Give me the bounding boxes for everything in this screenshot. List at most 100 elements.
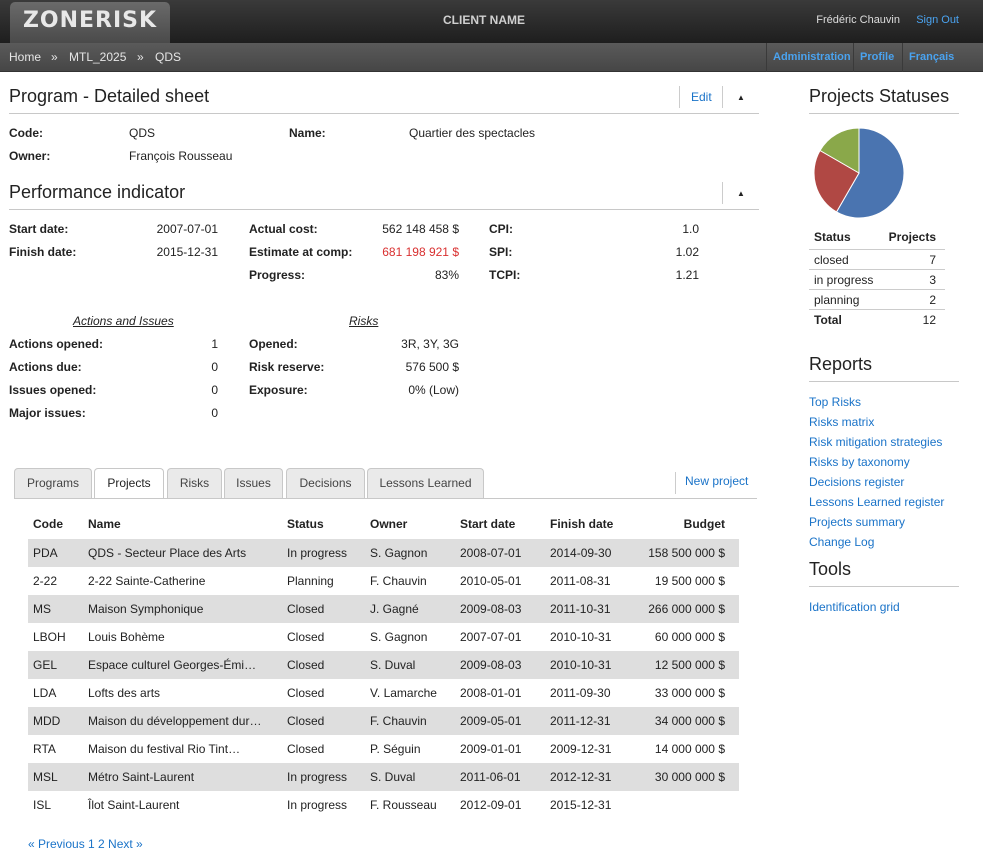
report-link-risks-by-taxonomy[interactable]: Risks by taxonomy bbox=[809, 455, 910, 469]
col-header-status[interactable]: Status bbox=[287, 517, 324, 531]
cell-owner: S. Gagnon bbox=[370, 546, 428, 560]
cell-name[interactable]: Louis Bohème bbox=[88, 623, 165, 651]
table-row[interactable]: 2-22 2-22 Sainte-Catherine Planning F. Chau… bbox=[28, 567, 739, 595]
status-closed-label: closed bbox=[814, 253, 849, 267]
cell-start-date: 2009-08-03 bbox=[460, 602, 522, 616]
cell-finish-date: 2009-12-31 bbox=[550, 742, 612, 756]
table-row[interactable]: LBOH Louis Bohème Closed S. Gagnon 2007-07-0… bbox=[28, 623, 739, 651]
finish-date-label: Finish date: bbox=[9, 245, 77, 259]
breadcrumb-home[interactable]: Home bbox=[9, 43, 41, 72]
cell-code: LDA bbox=[33, 686, 57, 700]
tab-decisions[interactable]: Decisions bbox=[286, 468, 365, 498]
cell-code: RTA bbox=[33, 742, 56, 756]
cell-name[interactable]: Métro Saint-Laurent bbox=[88, 763, 194, 791]
cell-status: In progress bbox=[287, 798, 348, 812]
table-row[interactable]: MSL Métro Saint-Laurent In progress S. Duva… bbox=[28, 763, 739, 791]
table-row[interactable]: MDD Maison du développement dur… Closed F. … bbox=[28, 707, 739, 735]
table-row[interactable]: PDA QDS - Secteur Place des Arts In progre… bbox=[28, 539, 739, 567]
cell-name[interactable]: QDS - Secteur Place des Arts bbox=[88, 539, 246, 567]
cell-finish-date: 2011-10-31 bbox=[550, 602, 611, 616]
cell-name[interactable]: Lofts des arts bbox=[88, 679, 160, 707]
app-logo[interactable]: ZONERISK bbox=[10, 2, 170, 43]
nav-administration[interactable]: Administration bbox=[766, 43, 857, 72]
col-header-code[interactable]: Code bbox=[33, 517, 63, 531]
major-issues-label: Major issues: bbox=[9, 406, 86, 420]
estimate-label: Estimate at comp: bbox=[249, 245, 353, 259]
cell-owner: F. Chauvin bbox=[370, 574, 427, 588]
status-planning-count: 2 bbox=[929, 293, 936, 307]
nav-language[interactable]: Français bbox=[902, 43, 960, 72]
tab-issues[interactable]: Issues bbox=[224, 468, 283, 498]
breadcrumb-current: QDS bbox=[155, 50, 182, 64]
col-header-start-date[interactable]: Start date bbox=[460, 517, 515, 531]
table-row[interactable]: RTA Maison du festival Rio Tint… Closed P. … bbox=[28, 735, 739, 763]
cell-start-date: 2008-01-01 bbox=[460, 686, 522, 700]
issues-opened-label: Issues opened: bbox=[9, 383, 97, 397]
cell-finish-date: 2011-12-31 bbox=[550, 714, 611, 728]
report-link-lessons-learned-register[interactable]: Lessons Learned register bbox=[809, 495, 944, 509]
issues-opened-value: 0 bbox=[211, 383, 218, 397]
top-navbar: ZONERISK CLIENT NAME Frédéric Chauvin Si… bbox=[0, 0, 983, 43]
cell-code: LBOH bbox=[33, 630, 66, 644]
col-header-owner[interactable]: Owner bbox=[370, 517, 407, 531]
cell-budget: 60 000 000 $ bbox=[654, 630, 725, 644]
owner-label: Owner: bbox=[9, 149, 51, 163]
finish-date-value: 2015-12-31 bbox=[156, 245, 218, 259]
tab-lessons-learned[interactable]: Lessons Learned bbox=[367, 468, 484, 498]
breadcrumb-bar: Home » MTL_2025 » QDS Administration Pro… bbox=[0, 43, 983, 72]
dropdown-caret-icon[interactable]: ▲ bbox=[737, 93, 745, 102]
cell-name[interactable]: Maison du festival Rio Tint… bbox=[88, 735, 240, 763]
breadcrumb-mtl2025[interactable]: MTL_2025 bbox=[69, 43, 126, 72]
start-date-label: Start date: bbox=[9, 222, 69, 236]
user-name[interactable]: Frédéric Chauvin bbox=[816, 0, 900, 41]
new-project-link[interactable]: New project bbox=[685, 474, 748, 488]
cell-start-date: 2008-07-01 bbox=[460, 546, 522, 560]
cell-finish-date: 2015-12-31 bbox=[550, 798, 612, 812]
cell-name[interactable]: Maison du développement dur… bbox=[88, 707, 261, 735]
cpi-label: CPI: bbox=[489, 222, 513, 236]
edit-link[interactable]: Edit bbox=[691, 90, 712, 104]
actual-cost-label: Actual cost: bbox=[249, 222, 318, 236]
cell-status: Planning bbox=[287, 574, 334, 588]
report-link-change-log[interactable]: Change Log bbox=[809, 535, 874, 549]
cell-budget: 12 500 000 $ bbox=[654, 658, 725, 672]
cell-start-date: 2009-05-01 bbox=[460, 714, 522, 728]
cell-owner: S. Gagnon bbox=[370, 630, 428, 644]
table-row[interactable]: ISL Îlot Saint-Laurent In progress F. Rouss… bbox=[28, 791, 739, 819]
cell-status: In progress bbox=[287, 770, 348, 784]
dropdown-caret-icon[interactable]: ▲ bbox=[737, 189, 745, 198]
table-row[interactable]: MS Maison Symphonique Closed J. Gagné 2009-0… bbox=[28, 595, 739, 623]
section-divider bbox=[9, 209, 759, 210]
report-link-risks-matrix[interactable]: Risks matrix bbox=[809, 415, 874, 429]
table-row[interactable]: GEL Espace culturel Georges-Émi… Closed S. … bbox=[28, 651, 739, 679]
risk-reserve-value: 576 500 $ bbox=[405, 360, 459, 374]
sign-out-link[interactable]: Sign Out bbox=[916, 0, 959, 41]
cell-name[interactable]: Espace culturel Georges-Émi… bbox=[88, 651, 256, 679]
report-link-top-risks[interactable]: Top Risks bbox=[809, 395, 861, 409]
cell-name[interactable]: Îlot Saint-Laurent bbox=[88, 791, 179, 819]
exposure-value: 0% (Low) bbox=[408, 383, 459, 397]
tab-programs[interactable]: Programs bbox=[14, 468, 92, 498]
tools-title: Tools bbox=[809, 559, 852, 579]
report-link-projects-summary[interactable]: Projects summary bbox=[809, 515, 905, 529]
cell-name[interactable]: 2-22 Sainte-Catherine bbox=[88, 567, 205, 595]
table-row[interactable]: LDA Lofts des arts Closed V. Lamarche 2008-0… bbox=[28, 679, 739, 707]
report-link-mitigation-strategies[interactable]: Risk mitigation strategies bbox=[809, 435, 942, 449]
col-header-finish-date[interactable]: Finish date bbox=[550, 517, 613, 531]
tab-risks[interactable]: Risks bbox=[167, 468, 222, 498]
report-link-decisions-register[interactable]: Decisions register bbox=[809, 475, 904, 489]
col-header-name[interactable]: Name bbox=[88, 517, 121, 531]
section-divider bbox=[9, 113, 759, 114]
status-total-count: 12 bbox=[922, 313, 936, 327]
divider bbox=[675, 472, 676, 494]
name-value: Quartier des spectacles bbox=[409, 126, 536, 140]
pagination[interactable]: « Previous 1 2 Next » bbox=[28, 837, 143, 851]
cell-name[interactable]: Maison Symphonique bbox=[88, 595, 203, 623]
nav-profile[interactable]: Profile bbox=[853, 43, 900, 72]
cell-budget: 19 500 000 $ bbox=[654, 574, 725, 588]
tab-projects[interactable]: Projects bbox=[94, 468, 164, 499]
tool-link-identification-grid[interactable]: Identification grid bbox=[809, 600, 900, 614]
client-name: CLIENT NAME bbox=[443, 13, 525, 27]
col-header-budget[interactable]: Budget bbox=[640, 517, 725, 531]
cell-code: PDA bbox=[33, 546, 58, 560]
